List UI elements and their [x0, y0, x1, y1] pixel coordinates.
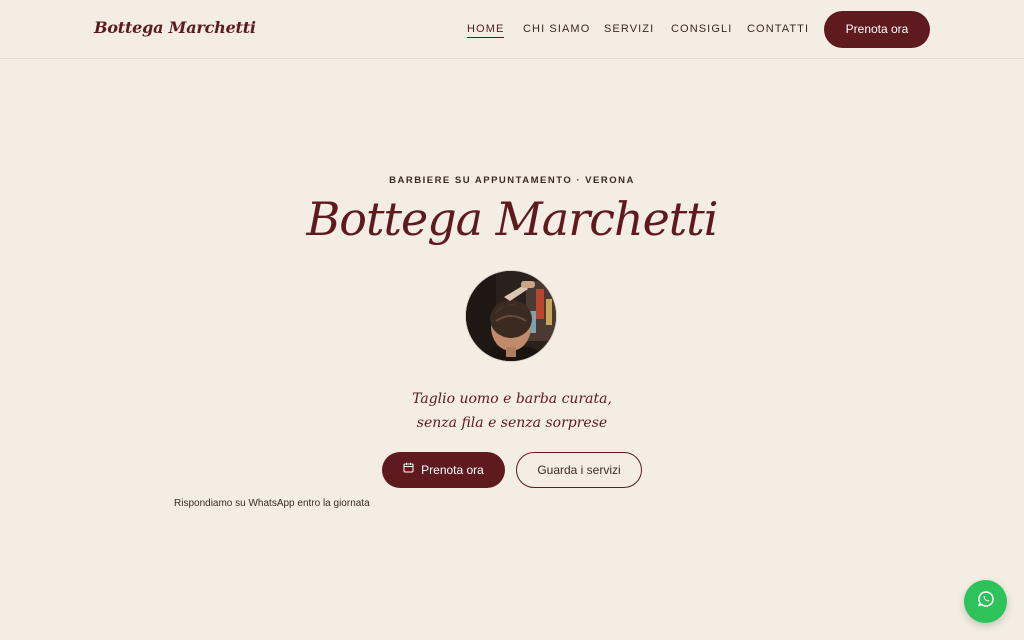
hero-tagline-line2: senza fila e senza sorprese [416, 415, 608, 431]
header-book-button[interactable]: Prenota ora [824, 11, 930, 48]
hero-eyebrow: BARBIERE SU APPUNTAMENTO · VERONA [389, 175, 635, 186]
site-logo[interactable]: Bottega Marchetti [94, 18, 256, 37]
nav-home[interactable]: HOME [467, 23, 505, 38]
site-header: Bottega Marchetti HOME CHI SIAMO SERVIZI… [0, 0, 1024, 59]
nav-consigli[interactable]: CONSIGLI [671, 23, 732, 35]
barber-photo-illustration [466, 271, 556, 361]
hero-title: Bottega Marchetti [306, 192, 719, 246]
nav-contatti[interactable]: CONTATTI [747, 23, 809, 35]
nav-chi-siamo[interactable]: CHI SIAMO [523, 23, 590, 35]
hero-book-button[interactable]: Prenota ora [382, 452, 505, 488]
nav-servizi[interactable]: SERVIZI [604, 23, 654, 35]
whatsapp-button[interactable] [964, 580, 1007, 623]
whatsapp-icon [977, 590, 995, 613]
barber-photo [465, 270, 557, 362]
calendar-icon [403, 451, 414, 487]
view-services-button[interactable]: Guarda i servizi [516, 452, 642, 488]
hero-book-label: Prenota ora [421, 463, 484, 477]
hero-tagline-line1: Taglio uomo e barba curata, [412, 391, 612, 407]
whatsapp-note: Rispondiamo su WhatsApp entro la giornat… [174, 498, 370, 509]
